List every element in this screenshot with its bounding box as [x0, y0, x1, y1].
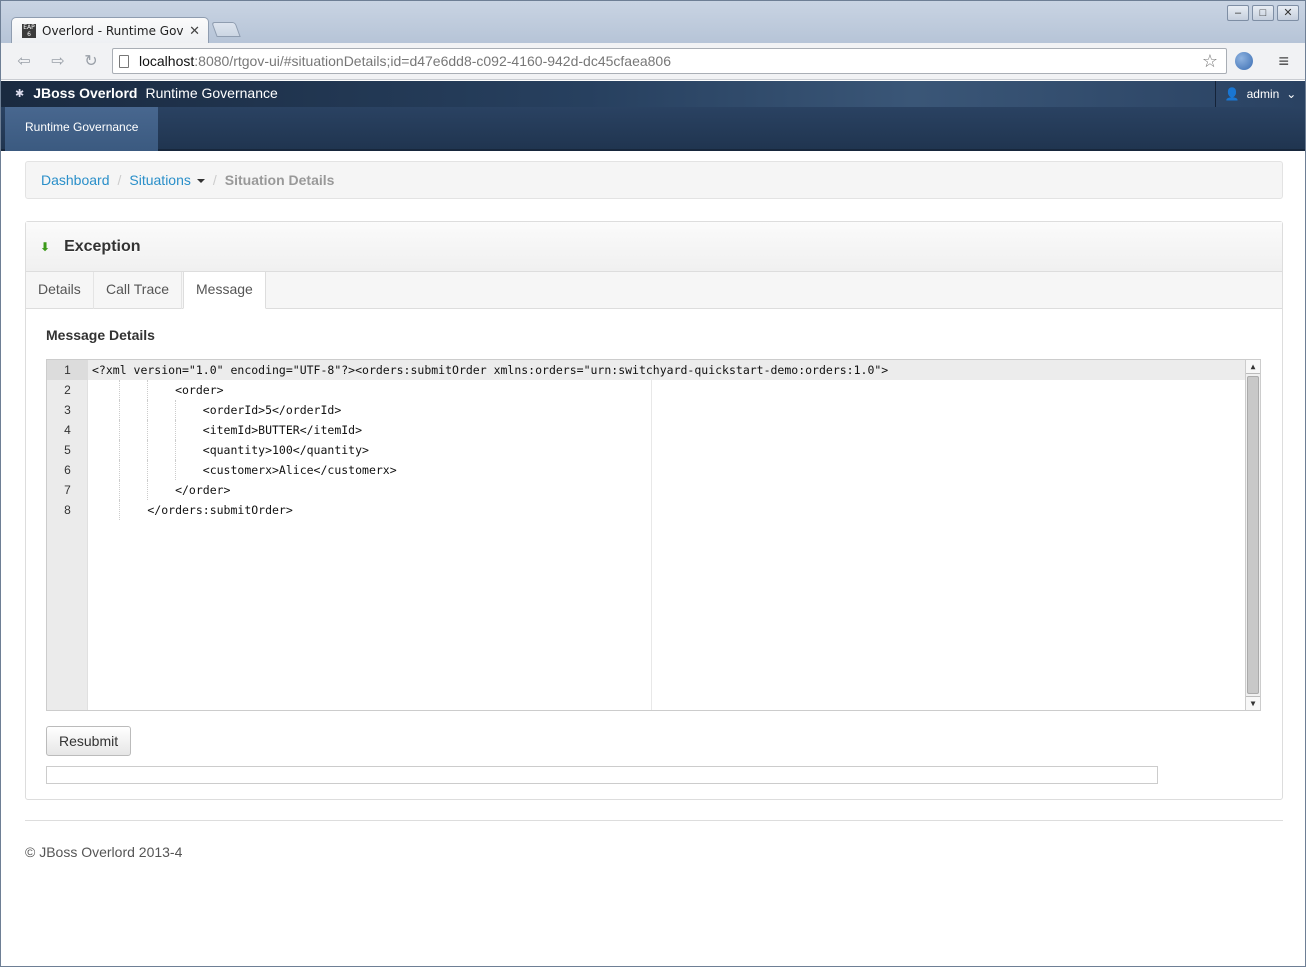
chevron-down-icon: ⌄ — [1286, 87, 1297, 101]
scroll-down-icon[interactable]: ▼ — [1246, 696, 1260, 710]
panel-title: Exception — [64, 237, 141, 255]
arrow-down-icon: ⬇ — [40, 239, 51, 254]
line-code: <?xml version="1.0" encoding="UTF-8"?><o… — [92, 363, 889, 377]
maximize-button[interactable]: □ — [1252, 5, 1274, 21]
tab-close-icon[interactable]: ✕ — [189, 23, 200, 39]
user-menu[interactable]: 👤 admin ⌄ — [1215, 81, 1305, 107]
panel-heading: ⬇ Exception — [26, 222, 1282, 272]
line-number: 7 — [64, 483, 71, 497]
breadcrumb-current: Situation Details — [224, 172, 335, 188]
user-icon: 👤 — [1224, 87, 1240, 101]
caret-down-icon — [196, 179, 205, 184]
scroll-thumb[interactable] — [1247, 376, 1259, 694]
breadcrumb: Dashboard / Situations / Situation Detai… — [25, 161, 1283, 199]
brand[interactable]: ✱ JBoss Overlord Runtime Governance — [15, 85, 278, 101]
line-number: 4 — [64, 423, 71, 437]
resubmit-result-field — [46, 766, 1158, 784]
breadcrumb-situations-label: Situations — [129, 172, 191, 188]
line-number: 6 — [64, 463, 71, 477]
browser-titlebar: EAP 6 Overlord - Runtime Gover ✕ – □ ✕ — [1, 1, 1305, 43]
line-code: <orderId>5</orderId> — [92, 403, 342, 417]
message-details-heading: Message Details — [46, 327, 155, 343]
line-number: 3 — [64, 403, 71, 417]
detail-tabs: Details Call Trace Message — [26, 271, 1282, 309]
minimize-button[interactable]: – — [1227, 5, 1249, 21]
breadcrumb-separator: / — [117, 172, 122, 188]
page-icon — [119, 54, 129, 68]
brand-subtitle: Runtime Governance — [145, 85, 278, 101]
line-code: </order> — [92, 483, 231, 497]
line-code: </orders:submitOrder> — [92, 503, 293, 517]
url-path: :8080/rtgov-ui/#situationDetails;id=d47e… — [194, 53, 671, 69]
line-code: <quantity>100</quantity> — [92, 443, 369, 457]
close-window-button[interactable]: ✕ — [1277, 5, 1299, 21]
line-code: <itemId>BUTTER</itemId> — [92, 423, 363, 437]
new-tab-button[interactable] — [211, 22, 241, 37]
breadcrumb-separator: / — [212, 172, 217, 188]
message-editor[interactable]: 1 <?xml version="1.0" encoding="UTF-8"?>… — [46, 359, 1261, 711]
nav-runtime-governance[interactable]: Runtime Governance — [5, 107, 159, 151]
globe-extension-icon[interactable] — [1235, 52, 1253, 70]
editor-line: 1 <?xml version="1.0" encoding="UTF-8"?>… — [47, 360, 1245, 380]
brand-name: JBoss Overlord — [33, 85, 138, 101]
browser-tab[interactable]: EAP 6 Overlord - Runtime Gover ✕ — [11, 17, 209, 43]
browser-toolbar: ⇦ ⇨ ↻ localhost:8080/rtgov-ui/#situation… — [1, 43, 1305, 80]
line-number: 1 — [47, 360, 88, 380]
line-number: 8 — [64, 503, 71, 517]
editor-line: 5 <quantity>100</quantity> — [47, 440, 1245, 460]
line-number: 5 — [64, 443, 71, 457]
editor-line: 6 <customerx>Alice</customerx> — [47, 460, 1245, 480]
tab-call-trace[interactable]: Call Trace — [94, 272, 183, 309]
situation-panel: ⬇ Exception Details Call Trace Message M… — [25, 221, 1283, 800]
editor-scrollbar[interactable]: ▲ ▼ — [1245, 360, 1260, 710]
forward-icon[interactable]: ⇨ — [47, 51, 69, 73]
back-icon[interactable]: ⇦ — [13, 51, 35, 73]
tab-title: Overlord - Runtime Gover — [42, 23, 184, 38]
line-code: <customerx>Alice</customerx> — [92, 463, 397, 477]
tab-details[interactable]: Details — [26, 272, 94, 309]
line-code: <order> — [92, 383, 224, 397]
editor-line: 4 <itemId>BUTTER</itemId> — [47, 420, 1245, 440]
bookmark-star-icon[interactable]: ☆ — [1202, 51, 1218, 72]
tab-message[interactable]: Message — [183, 271, 266, 309]
editor-line: 8 </orders:submitOrder> — [47, 500, 1245, 520]
app-header: ✱ JBoss Overlord Runtime Governance 👤 ad… — [1, 81, 1305, 107]
resubmit-button[interactable]: Resubmit — [46, 726, 132, 756]
footer-divider — [25, 820, 1283, 821]
app-nav: Runtime Governance — [1, 107, 1305, 151]
address-bar[interactable]: localhost:8080/rtgov-ui/#situationDetail… — [112, 48, 1227, 74]
editor-line: 3 <orderId>5</orderId> — [47, 400, 1245, 420]
window-controls: – □ ✕ — [1227, 5, 1299, 21]
line-number: 2 — [64, 383, 71, 397]
browser-window: EAP 6 Overlord - Runtime Gover ✕ – □ ✕ ⇦… — [0, 0, 1306, 967]
breadcrumb-dashboard[interactable]: Dashboard — [41, 172, 110, 188]
eap-favicon-icon: EAP 6 — [22, 23, 36, 38]
overlord-logo-icon: ✱ — [15, 87, 25, 100]
editor-line: 2 <order> — [47, 380, 1245, 400]
url-host: localhost — [139, 53, 195, 69]
browser-menu-icon[interactable]: ≡ — [1278, 51, 1289, 72]
breadcrumb-situations[interactable]: Situations — [129, 172, 205, 188]
reload-icon[interactable]: ↻ — [80, 51, 102, 73]
main-content: Dashboard / Situations / Situation Detai… — [5, 153, 1303, 966]
editor-line: 7 </order> — [47, 480, 1245, 500]
user-name: admin — [1246, 87, 1280, 101]
scroll-up-icon[interactable]: ▲ — [1246, 360, 1260, 374]
footer-copyright: © JBoss Overlord 2013-4 — [25, 844, 183, 860]
